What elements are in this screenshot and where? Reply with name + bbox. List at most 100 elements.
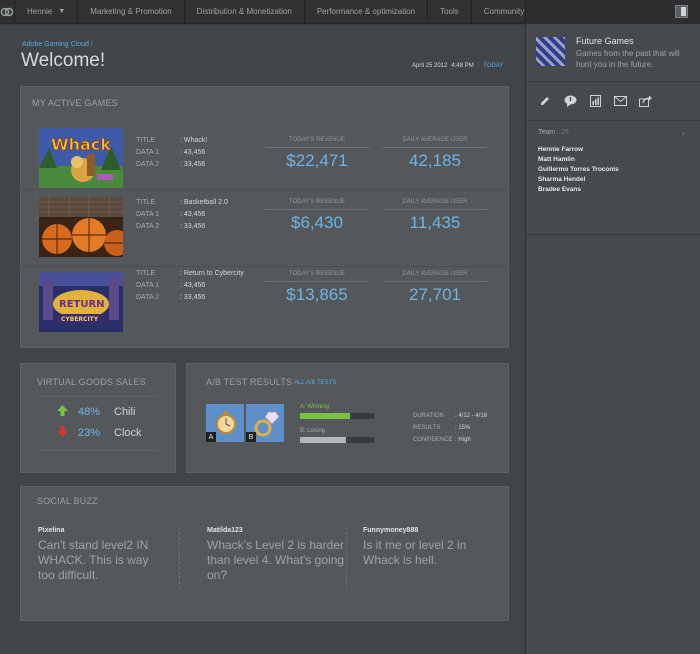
- buzz-text: Is it me or level 2 in Whack is hell.: [363, 538, 467, 567]
- data2-key: DATA 2: [136, 293, 160, 301]
- buzz-post: Matilda123 Whack's Level 2 is harder tha…: [207, 527, 357, 583]
- team-list: Hennie Farrow Matt Hamlin Guillermo Torr…: [538, 146, 619, 196]
- variant-b-label: B: [246, 432, 256, 442]
- game-title: : Return to Cybercity: [180, 269, 244, 277]
- svg-text:CYBERCITY: CYBERCITY: [61, 316, 99, 323]
- date: April 25 2012: [412, 63, 448, 69]
- today-link[interactable]: TODAY: [483, 63, 503, 69]
- game-row[interactable]: RETURN CYBERCITY TITLE : Return to Cyberc…: [21, 270, 510, 340]
- team-member[interactable]: Bradee Evans: [538, 186, 619, 196]
- team-member[interactable]: Guillermo Torres Troconis: [538, 166, 619, 176]
- chevron-right-icon[interactable]: ›: [682, 128, 685, 138]
- duration-key: DURATION: [413, 413, 444, 419]
- virtual-good-item: 23% Clock: [57, 426, 142, 440]
- mail-icon[interactable]: [613, 94, 627, 108]
- social-buzz-title: SOCIAL BUZZ: [37, 496, 98, 506]
- revenue-value: $22,471: [286, 151, 348, 170]
- game-meta: TITLE: Basketball 2.0 DATA 1: 43,456 DAT…: [136, 196, 228, 232]
- time: 4:48 PM: [451, 63, 474, 69]
- breadcrumb-separator: /: [90, 41, 93, 48]
- variant-a-image[interactable]: A: [206, 404, 244, 442]
- creative-cloud-logo-icon[interactable]: [0, 0, 15, 24]
- panel-toggle-icon[interactable]: [675, 5, 688, 18]
- svg-text:Whack: Whack: [51, 135, 111, 154]
- active-games-title: MY ACTIVE GAMES: [32, 98, 118, 108]
- chevron-down-icon: ▼: [58, 8, 66, 15]
- main-content: Adobe Gaming Cloud / Welcome! April 25 2…: [0, 25, 525, 654]
- data1-key: DATA 1: [136, 281, 160, 289]
- confidence-key: CONFIDENCE: [413, 437, 453, 443]
- team-member[interactable]: Hennie Farrow: [538, 146, 619, 156]
- breadcrumb-link[interactable]: Adobe Gaming Cloud: [22, 41, 89, 48]
- whack-game-thumbnail[interactable]: Whack: [39, 128, 123, 188]
- revenue-value: $13,865: [286, 285, 348, 304]
- data1-key: DATA 1: [136, 210, 160, 218]
- virtual-goods-panel: VIRTUAL GOODS SALES 48% Chili 23% Clock: [20, 363, 176, 473]
- duration-value: : 4/12 - 4/18: [455, 413, 488, 419]
- confidence-value: : High: [455, 437, 471, 443]
- divider: [526, 234, 700, 235]
- share-icon[interactable]: [638, 94, 652, 108]
- divider: [526, 81, 700, 82]
- virtual-good-name: Chili: [114, 406, 136, 418]
- users-value: 11,435: [409, 213, 461, 232]
- virtual-good-name: Clock: [114, 427, 142, 439]
- users-label: DAILY AVERAGE USER: [383, 137, 487, 148]
- buzz-user[interactable]: Funnymoney888: [363, 527, 513, 534]
- future-games-thumbnail[interactable]: [536, 37, 565, 66]
- basketball-game-thumbnail[interactable]: [39, 197, 123, 257]
- revenue-label: TODAY'S REVENUE: [265, 199, 369, 210]
- winning-label: A: Winning: [300, 404, 330, 410]
- losing-label: B: Losing: [300, 428, 326, 434]
- social-buzz-panel: SOCIAL BUZZ Pixelina Can't stand level2 …: [20, 486, 509, 621]
- team-count: : 25: [557, 129, 569, 136]
- buzz-text: Whack's Level 2 is harder than level 4. …: [207, 538, 345, 582]
- game-row[interactable]: Whack TITLE: Whack! DATA 1: 43,456 DATA …: [21, 120, 510, 190]
- breadcrumb: Adobe Gaming Cloud /: [22, 41, 93, 48]
- variant-b-image[interactable]: B: [246, 404, 284, 442]
- all-ab-tests-link[interactable]: ALL A/B TESTS: [294, 380, 336, 386]
- divider: [179, 527, 180, 589]
- divider: [526, 120, 700, 121]
- cybercity-game-thumbnail[interactable]: RETURN CYBERCITY: [39, 272, 123, 332]
- losing-bar-fill: [300, 437, 346, 443]
- virtual-good-percent: 48%: [78, 406, 101, 418]
- arrow-up-icon: [57, 405, 68, 419]
- user-menu[interactable]: Hennie ▼: [15, 0, 79, 24]
- comment-icon[interactable]: [563, 94, 577, 108]
- team-member[interactable]: Matt Hamlin: [538, 156, 619, 166]
- buzz-post: Pixelina Can't stand level2 IN WHACK. Th…: [38, 527, 188, 583]
- buzz-text: Can't stand level2 IN WHACK. This is way…: [38, 538, 149, 582]
- virtual-goods-title: VIRTUAL GOODS SALES: [37, 377, 146, 387]
- ab-test-title: A/B TEST RESULTS: [206, 377, 293, 387]
- revenue-stat: TODAY'S REVENUE $6,430: [265, 199, 369, 233]
- title-key: TITLE: [136, 269, 156, 277]
- results-key: RESULTS: [413, 425, 441, 431]
- game-data2: : 33,456: [180, 222, 206, 230]
- ab-test-info: DURATION: 4/12 - 4/18 RESULTS: 15% CONFI…: [413, 410, 487, 446]
- future-games-description: Games from the past that will hunt you i…: [576, 49, 680, 69]
- arrow-down-icon: [57, 426, 68, 440]
- buzz-post: Funnymoney888 Is it me or level 2 in Wha…: [363, 527, 513, 568]
- edit-icon[interactable]: [538, 94, 552, 108]
- sidebar-header: [525, 0, 700, 24]
- revenue-value: $6,430: [291, 213, 343, 232]
- game-row[interactable]: TITLE: Basketball 2.0 DATA 1: 43,456 DAT…: [21, 197, 510, 267]
- team-member[interactable]: Sharma Hendel: [538, 176, 619, 186]
- game-data2: : 33,456: [180, 160, 206, 168]
- nav-marketing[interactable]: Marketing & Promotion: [78, 0, 185, 24]
- nav-performance[interactable]: Performance & optimization: [305, 0, 429, 24]
- team-header[interactable]: Team : 25: [538, 129, 569, 136]
- game-data1: : 43,456: [180, 281, 206, 289]
- winning-bar: [300, 413, 374, 419]
- sidebar: Future Games Games from the past that wi…: [525, 24, 700, 654]
- future-games-title[interactable]: Future Games: [576, 36, 634, 46]
- buzz-user[interactable]: Matilda123: [207, 527, 357, 534]
- nav-distribution[interactable]: Distribution & Monetization: [185, 0, 305, 24]
- game-title: : Whack!: [180, 136, 208, 144]
- report-icon[interactable]: [588, 94, 602, 108]
- users-value: 42,185: [409, 151, 461, 170]
- buzz-user[interactable]: Pixelina: [38, 527, 188, 534]
- game-meta: TITLE : Return to Cybercity DATA 1 : 43,45…: [136, 267, 244, 303]
- nav-tools[interactable]: Tools: [428, 0, 472, 24]
